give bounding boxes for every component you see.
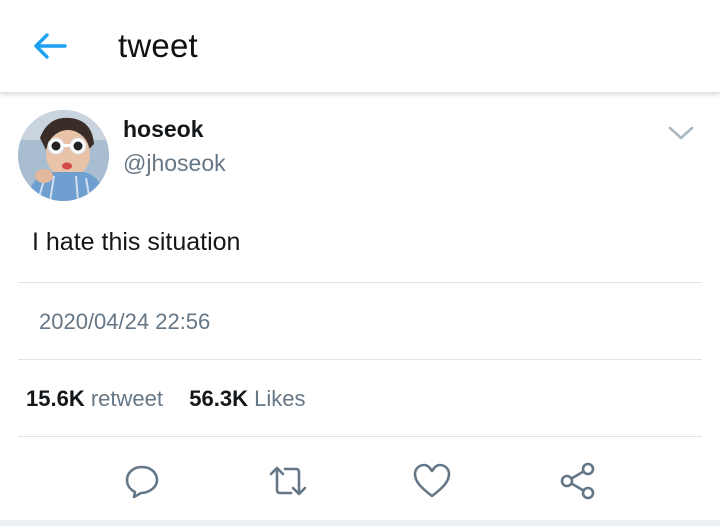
bottom-separator	[0, 520, 720, 526]
chevron-down-icon	[668, 126, 694, 140]
share-button[interactable]	[556, 459, 600, 503]
tweet-stats: 15.6K retweet 56.3K Likes	[26, 386, 305, 412]
likes-count[interactable]: 56.3K	[189, 386, 248, 411]
arrow-left-icon	[34, 33, 67, 59]
divider	[18, 282, 702, 283]
retweet-count[interactable]: 15.6K	[26, 386, 85, 411]
tweet-timestamp: 2020/04/24 22:56	[39, 309, 211, 334]
retweet-button[interactable]	[266, 459, 310, 503]
top-app-bar: tweet	[0, 0, 720, 93]
page-title: tweet	[118, 27, 198, 64]
tweet-menu-button[interactable]	[664, 118, 698, 148]
share-icon	[560, 462, 595, 500]
retweet-icon	[269, 466, 307, 496]
author-name[interactable]: hoseok	[123, 116, 204, 143]
reply-icon	[125, 465, 159, 499]
tweet-action-bar	[0, 455, 720, 505]
tweet-text: I hate this situation	[32, 228, 241, 256]
avatar[interactable]	[18, 110, 109, 201]
retweet-label[interactable]: retweet	[91, 386, 163, 411]
like-icon	[413, 463, 451, 498]
author-handle[interactable]: @jhoseok	[123, 150, 226, 177]
back-button[interactable]	[30, 26, 70, 66]
divider	[18, 359, 702, 360]
like-button[interactable]	[410, 459, 454, 503]
divider	[18, 436, 702, 437]
reply-button[interactable]	[120, 459, 164, 503]
likes-label[interactable]: Likes	[254, 386, 305, 411]
